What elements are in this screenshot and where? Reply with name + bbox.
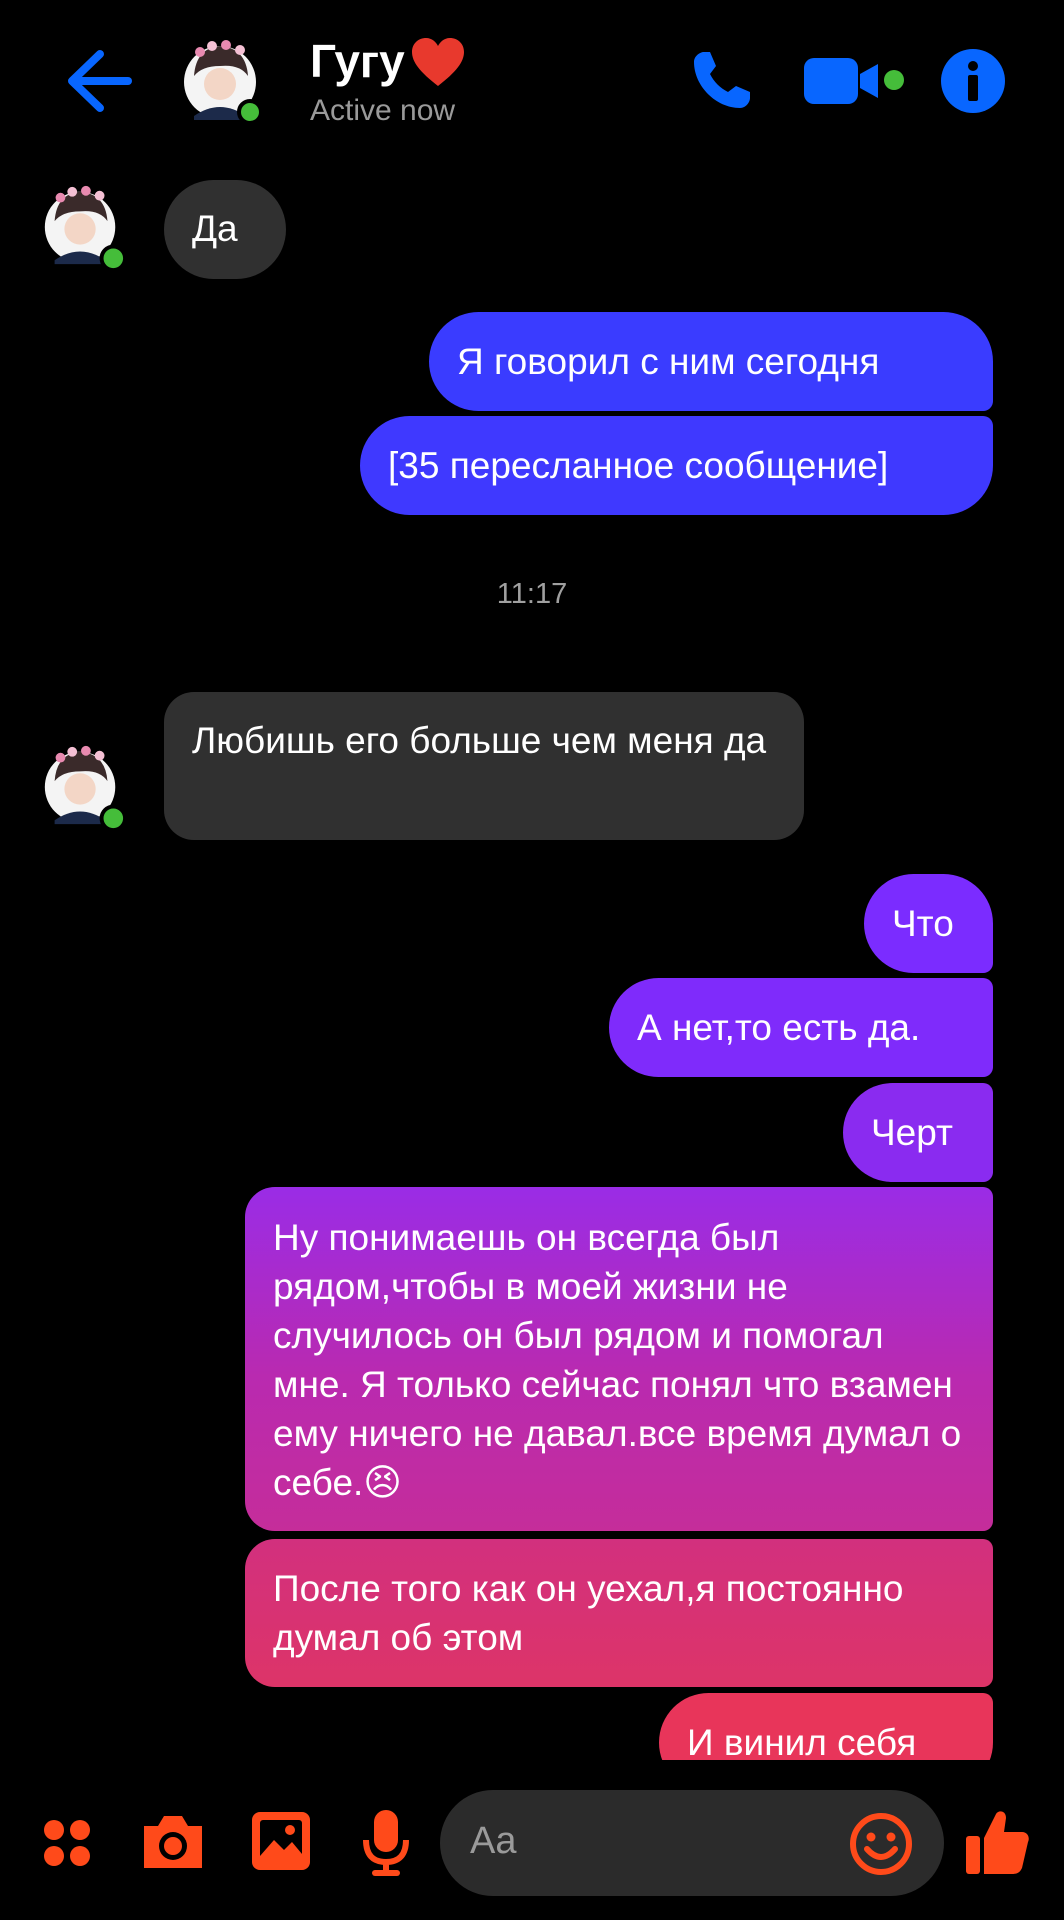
outgoing-message[interactable]: Я говорил с ним сегодня [429,312,993,411]
back-arrow-icon[interactable] [64,48,134,114]
outgoing-message[interactable]: Черт [843,1083,993,1182]
phone-icon[interactable] [690,48,754,112]
video-call-icon[interactable] [802,56,906,106]
incoming-message[interactable]: Да [164,180,286,279]
emoji-icon[interactable] [850,1813,912,1875]
mic-icon[interactable] [362,1808,410,1878]
outgoing-message[interactable]: [35 пересланное сообщение] [360,416,993,515]
avatar[interactable] [180,36,264,128]
conversation-header: Гугу Active now [0,0,1064,160]
info-icon[interactable] [940,48,1006,114]
outgoing-message[interactable]: Ну понимаешь он всегда был рядом,чтобы в… [245,1187,993,1531]
message-input-placeholder: Aa [470,1820,517,1862]
message-input[interactable]: Aa [440,1790,944,1896]
apps-icon[interactable] [42,1818,92,1868]
avatar[interactable] [40,742,124,832]
outgoing-message[interactable]: Что [864,874,993,973]
active-status: Active now [310,94,456,127]
contact-name[interactable]: Гугу [310,34,405,88]
camera-icon[interactable] [140,1812,206,1872]
outgoing-message[interactable]: А нет,то есть да. [609,978,993,1077]
incoming-message[interactable]: Любишь его больше чем меня да [164,692,804,840]
heart-icon [412,38,464,86]
thumbs-up-icon[interactable] [964,1808,1030,1876]
avatar[interactable] [40,182,124,272]
timestamp: 11:17 [496,578,568,610]
gallery-icon[interactable] [250,1810,312,1872]
outgoing-message[interactable]: После того как он уехал,я постоянно дума… [245,1539,993,1687]
